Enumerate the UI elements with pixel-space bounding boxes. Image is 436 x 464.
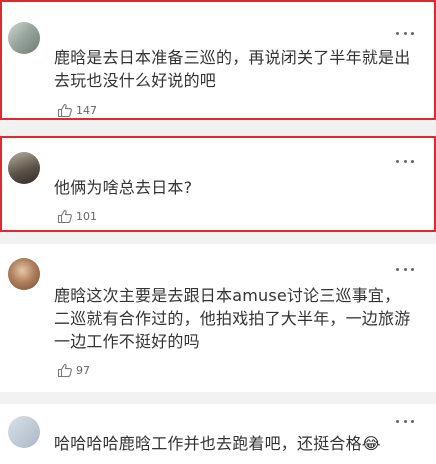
- thumbs-up-icon: [57, 103, 73, 118]
- comment-text: 鹿晗是去日本准备三巡的，再说闭关了半年就是出去玩也没什么好说的吧: [54, 48, 411, 90]
- like-button[interactable]: 97: [57, 362, 90, 378]
- like-count: 147: [76, 103, 97, 117]
- thumbs-up-icon: [57, 209, 73, 224]
- comment-text: 鹿晗这次主要是去跟日本amuse讨论三巡事宜，二巡就有合作过的，他拍戏拍了大半年…: [54, 286, 411, 351]
- more-dots-icon[interactable]: [396, 418, 414, 424]
- avatar[interactable]: [8, 152, 40, 184]
- more-dots-icon[interactable]: [396, 30, 414, 36]
- thumbs-up-icon: [57, 363, 73, 378]
- like-count: 101: [76, 209, 97, 223]
- like-button[interactable]: 101: [57, 208, 97, 224]
- like-button[interactable]: 147: [57, 102, 97, 118]
- avatar[interactable]: [8, 416, 40, 448]
- like-count: 97: [76, 363, 90, 377]
- comment-card: 鹿晗是去日本准备三巡的，再说闭关了半年就是出去玩也没什么好说的吧 147: [0, 0, 436, 120]
- comment-text: 哈哈哈哈鹿晗工作并也去跑着吧，还挺合格😂: [54, 434, 381, 453]
- more-dots-icon[interactable]: [396, 266, 414, 272]
- avatar[interactable]: [8, 258, 40, 290]
- comment-card: 他俩为啥总去日本? 101: [0, 136, 436, 232]
- avatar[interactable]: [8, 22, 40, 54]
- comment-card: 哈哈哈哈鹿晗工作并也去跑着吧，还挺合格😂: [0, 404, 436, 464]
- comment-card: 鹿晗这次主要是去跟日本amuse讨论三巡事宜，二巡就有合作过的，他拍戏拍了大半年…: [0, 244, 436, 392]
- more-dots-icon[interactable]: [396, 158, 414, 164]
- comment-text: 他俩为啥总去日本?: [54, 178, 193, 197]
